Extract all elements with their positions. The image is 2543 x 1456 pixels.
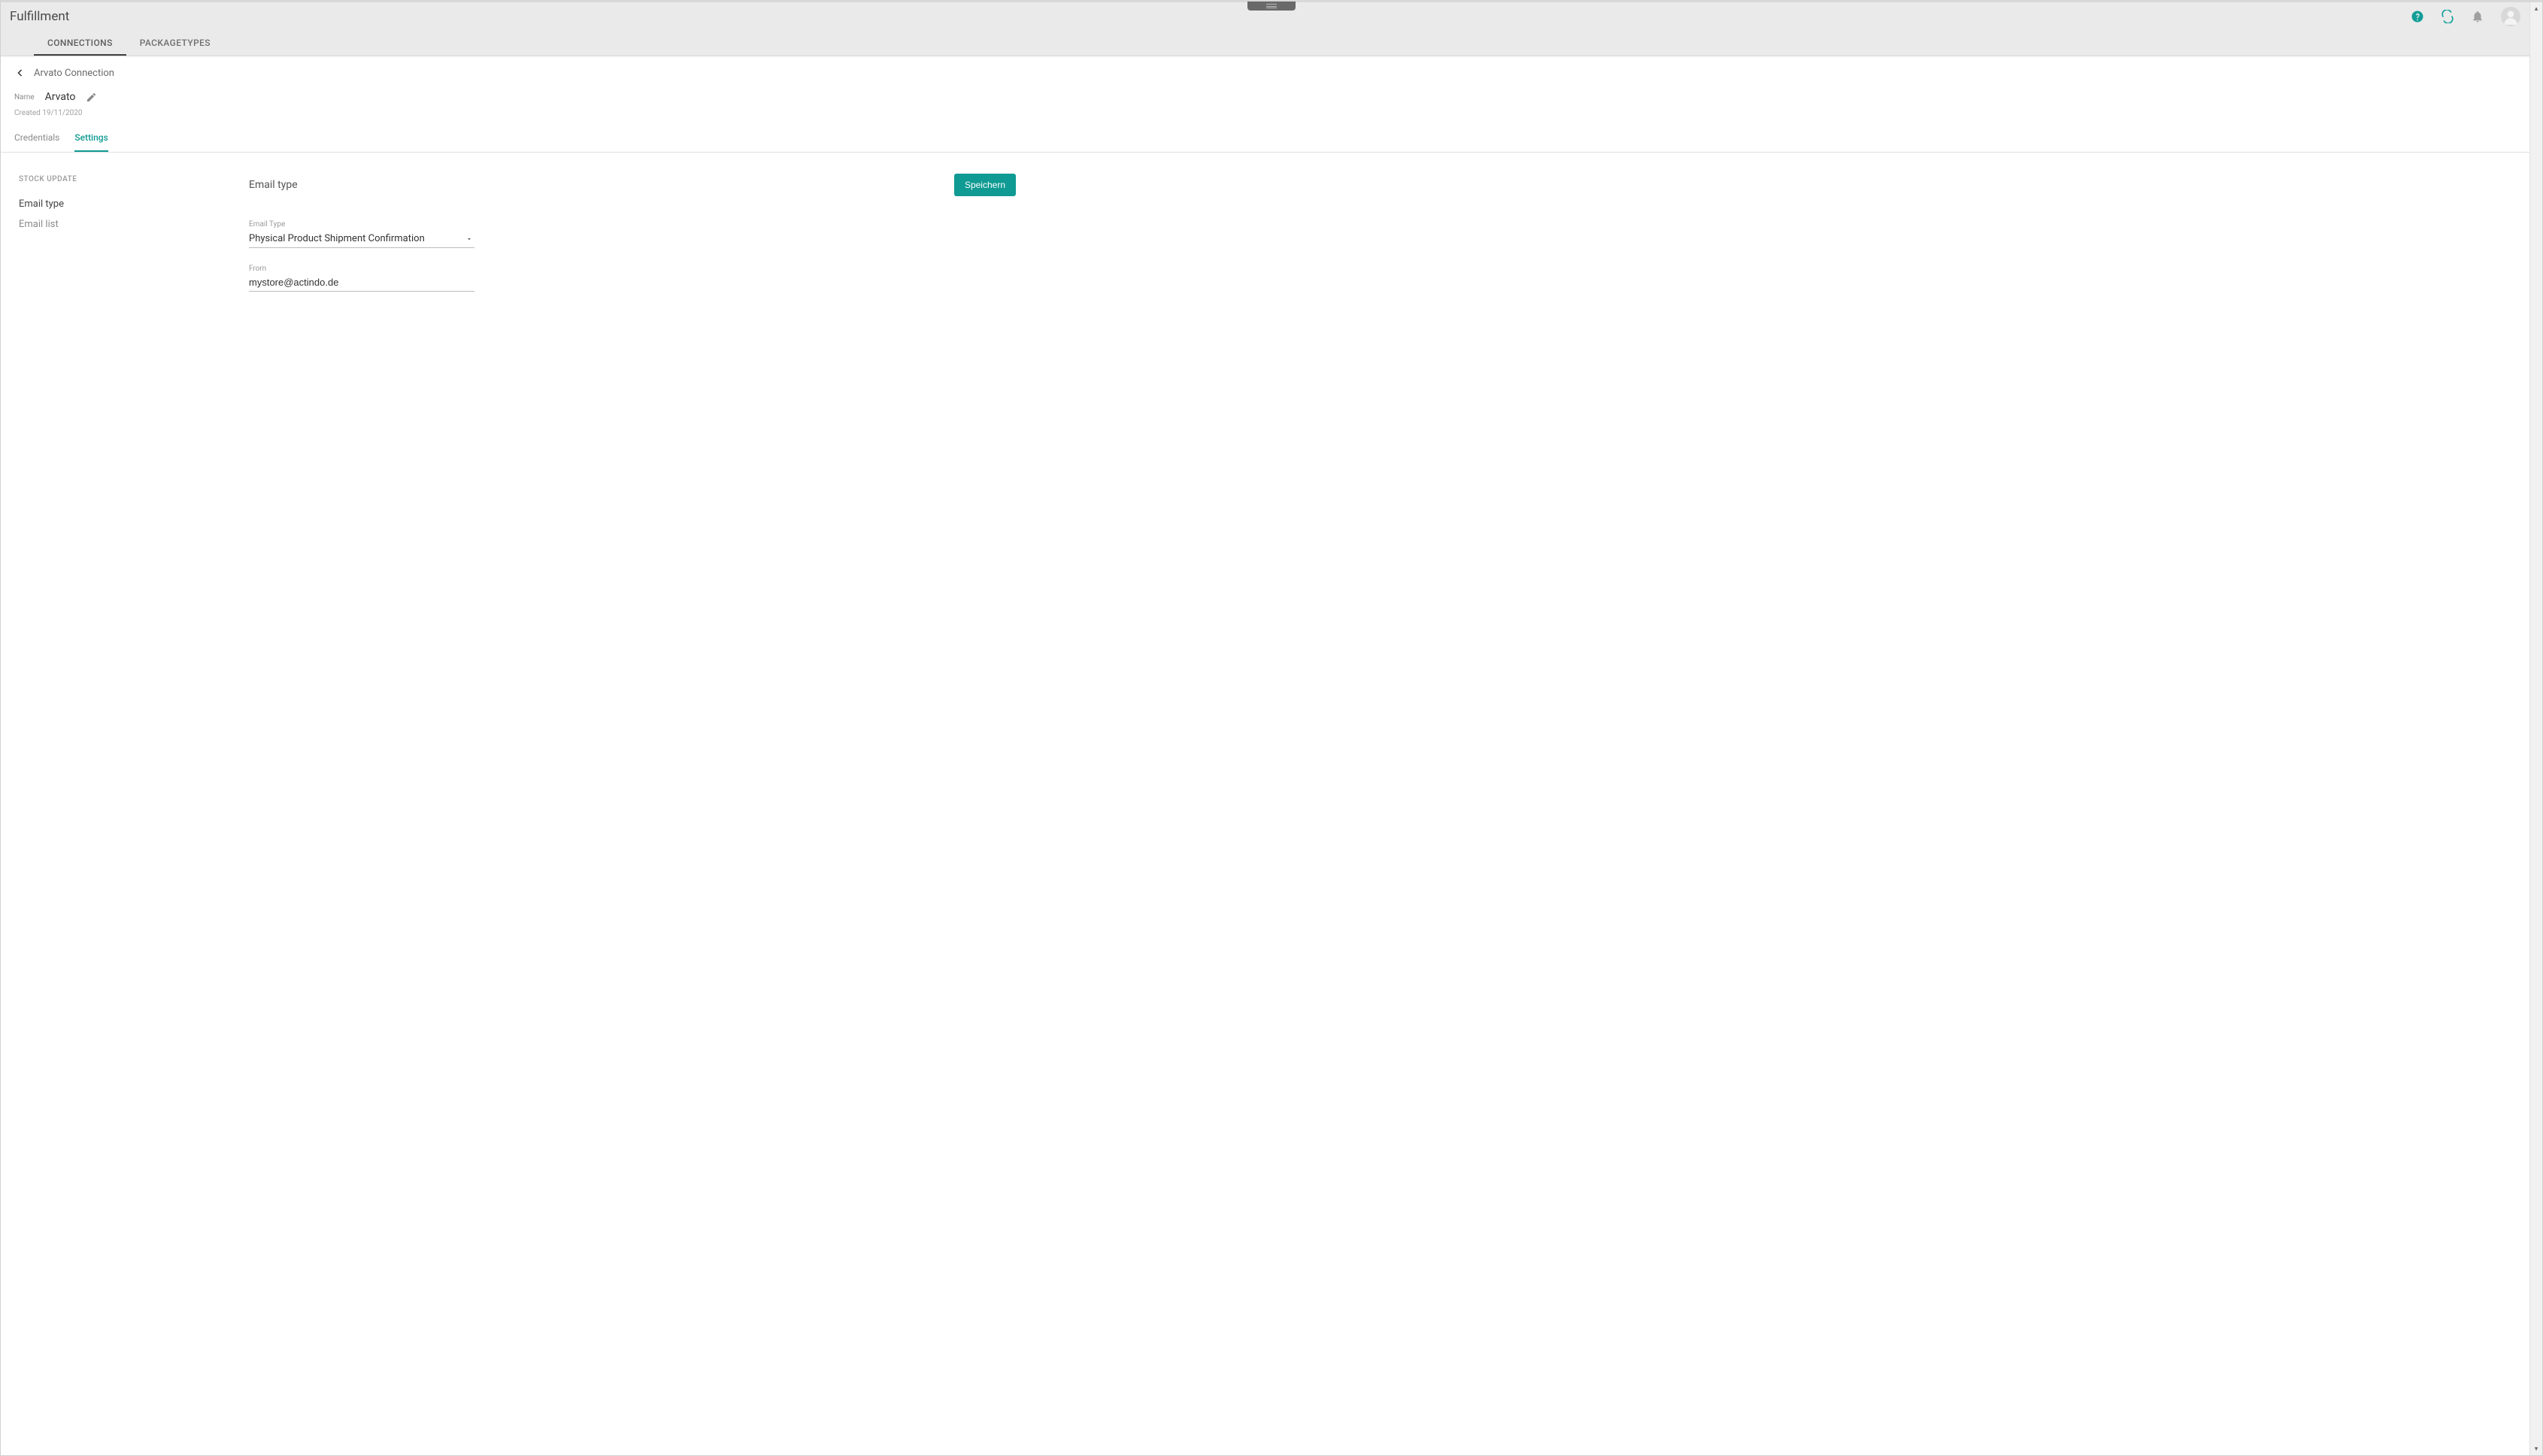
save-button[interactable]: Speichern	[954, 174, 1016, 196]
email-type-value: Physical Product Shipment Confirmation	[249, 233, 425, 244]
email-type-select[interactable]: Physical Product Shipment Confirmation	[249, 230, 474, 248]
notifications-icon[interactable]	[2471, 10, 2484, 23]
name-field-value: Arvato	[45, 91, 76, 103]
from-label: From	[249, 265, 474, 273]
scroll-up-icon[interactable]: ▴	[2530, 2, 2542, 15]
sync-icon[interactable]	[2441, 10, 2454, 23]
vertical-scrollbar[interactable]: ▴ ▾	[2529, 2, 2542, 1455]
subtab-settings[interactable]: Settings	[74, 128, 108, 152]
subtab-credentials[interactable]: Credentials	[14, 128, 59, 152]
from-input[interactable]	[249, 275, 474, 292]
top-drawer-handle[interactable]	[1247, 2, 1296, 11]
help-icon[interactable]	[2411, 10, 2424, 23]
chevron-down-icon	[465, 232, 473, 246]
back-icon[interactable]	[14, 67, 26, 79]
page-title: Fulfillment	[10, 9, 69, 24]
tab-connections[interactable]: CONNECTIONS	[34, 31, 126, 56]
avatar[interactable]	[2501, 7, 2520, 26]
tab-packagetypes[interactable]: PACKAGETYPES	[126, 31, 224, 56]
edit-icon[interactable]	[86, 92, 97, 103]
created-date: Created 19/11/2020	[1, 106, 2529, 128]
sidebar-item-email-type[interactable]: Email type	[19, 194, 201, 214]
scroll-down-icon[interactable]: ▾	[2530, 1442, 2542, 1455]
name-field-label: Name	[14, 93, 35, 101]
sidebar-section-title: STOCK UPDATE	[19, 175, 201, 183]
sidebar-item-email-list[interactable]: Email list	[19, 214, 201, 235]
email-type-label: Email Type	[249, 220, 474, 229]
breadcrumb: Arvato Connection	[34, 68, 114, 79]
panel-title: Email type	[249, 179, 298, 191]
